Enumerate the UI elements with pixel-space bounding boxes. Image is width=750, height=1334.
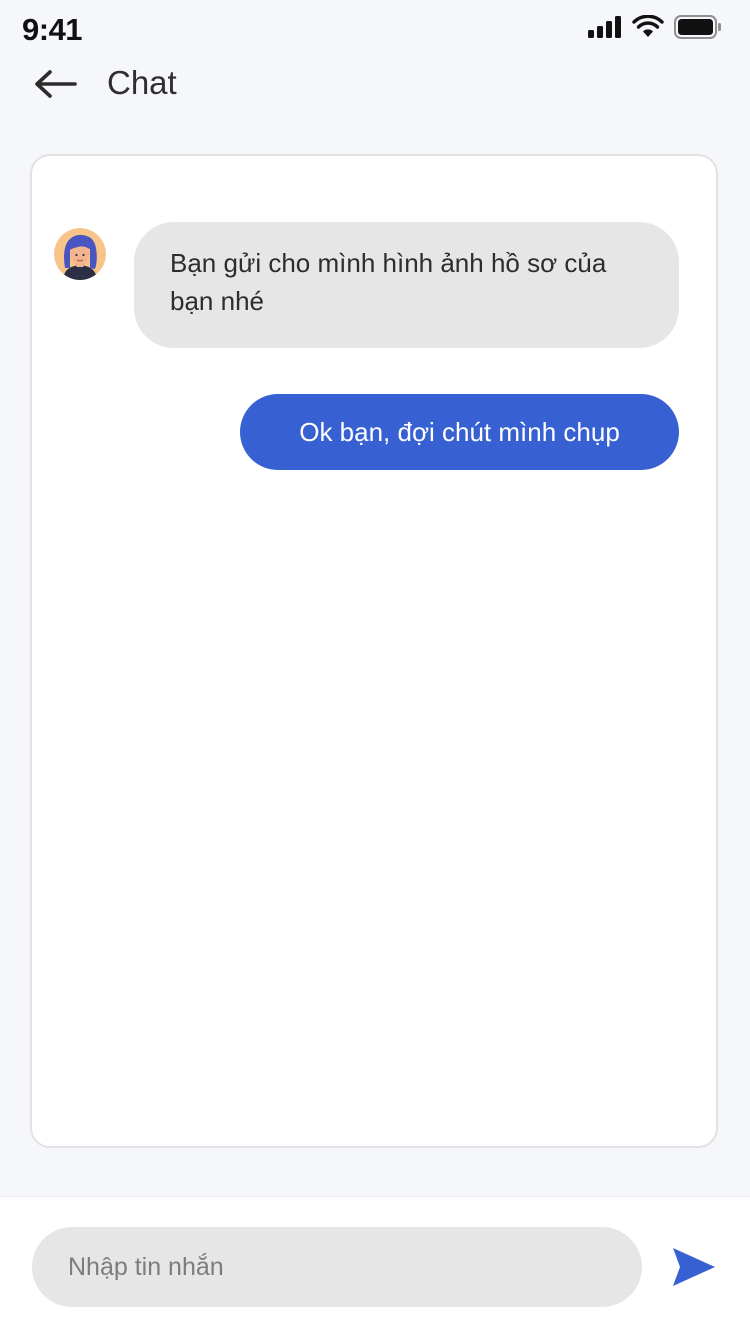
composer-bar xyxy=(0,1196,750,1334)
status-icons xyxy=(588,14,722,44)
signal-icon xyxy=(588,15,622,43)
back-button[interactable] xyxy=(30,66,80,106)
status-bar: 9:41 xyxy=(0,0,750,60)
message-received: Bạn gửi cho mình hình ảnh hồ sơ của bạn … xyxy=(134,222,679,348)
header: Chat xyxy=(0,60,750,110)
page-title: Chat xyxy=(107,64,177,101)
message-sent: Ok bạn, đợi chút mình chụp xyxy=(240,394,679,470)
arrow-left-icon xyxy=(33,68,77,105)
wifi-icon xyxy=(632,14,664,44)
avatar-icon[interactable] xyxy=(54,228,106,280)
send-button[interactable] xyxy=(666,1243,722,1295)
message-input[interactable] xyxy=(32,1227,642,1307)
battery-icon xyxy=(674,14,722,44)
send-icon xyxy=(671,1246,717,1293)
chat-window[interactable]: Bạn gửi cho mình hình ảnh hồ sơ của bạn … xyxy=(30,154,718,1148)
status-time: 9:41 xyxy=(22,12,83,47)
